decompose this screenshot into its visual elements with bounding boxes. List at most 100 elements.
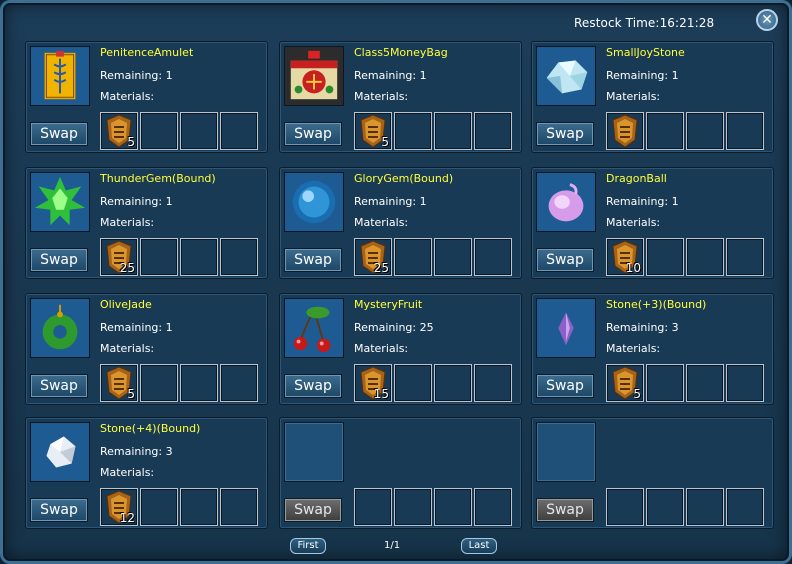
- material-slot[interactable]: [180, 364, 218, 402]
- material-slot[interactable]: [726, 364, 764, 402]
- material-slot[interactable]: [180, 238, 218, 276]
- swap-button[interactable]: Swap: [30, 374, 88, 398]
- glory-gem-icon[interactable]: [284, 172, 344, 232]
- material-slot[interactable]: [646, 488, 684, 526]
- material-slot[interactable]: [180, 488, 218, 526]
- swap-button[interactable]: Swap: [536, 122, 594, 146]
- material-quantity: 25: [119, 261, 135, 275]
- joy-stone-icon[interactable]: [536, 46, 596, 106]
- penitence-amulet-icon[interactable]: [30, 46, 90, 106]
- material-slot[interactable]: 5: [100, 112, 138, 150]
- remaining-label: Remaining: 3: [606, 321, 679, 334]
- material-slot[interactable]: [220, 488, 258, 526]
- material-slot[interactable]: [140, 364, 178, 402]
- remaining-label: Remaining: 3: [100, 445, 173, 458]
- olive-jade-icon[interactable]: [30, 298, 90, 358]
- material-slot[interactable]: 25: [100, 238, 138, 276]
- restock-time-label: Restock Time:16:21:28: [574, 16, 715, 30]
- first-page-button[interactable]: First: [290, 538, 326, 554]
- material-slot[interactable]: [474, 488, 512, 526]
- material-slot[interactable]: [606, 112, 644, 150]
- material-slot[interactable]: [474, 364, 512, 402]
- material-slot[interactable]: [646, 112, 684, 150]
- materials-label: Materials:: [354, 216, 409, 229]
- material-quantity: 12: [119, 511, 135, 525]
- material-slot[interactable]: [220, 238, 258, 276]
- material-slot[interactable]: [394, 112, 432, 150]
- material-slots: 15: [354, 364, 512, 402]
- swap-button[interactable]: Swap: [284, 498, 342, 522]
- stone-plus4-icon[interactable]: [30, 422, 90, 482]
- material-slot[interactable]: [140, 112, 178, 150]
- swap-button[interactable]: Swap: [536, 374, 594, 398]
- empty-item-slot: [536, 422, 596, 482]
- swap-button[interactable]: Swap: [30, 122, 88, 146]
- material-slot[interactable]: [726, 112, 764, 150]
- material-slot[interactable]: [394, 238, 432, 276]
- material-slot[interactable]: [474, 112, 512, 150]
- material-slot[interactable]: [646, 238, 684, 276]
- swap-button[interactable]: Swap: [284, 122, 342, 146]
- material-slot[interactable]: 5: [354, 112, 392, 150]
- last-page-button[interactable]: Last: [461, 538, 497, 554]
- material-slot[interactable]: [434, 112, 472, 150]
- material-slot[interactable]: [686, 364, 724, 402]
- material-slot[interactable]: [434, 238, 472, 276]
- material-slot[interactable]: [726, 238, 764, 276]
- material-slot[interactable]: [646, 364, 684, 402]
- material-slot[interactable]: [606, 488, 644, 526]
- item-name: GloryGem(Bound): [354, 172, 454, 185]
- material-slot[interactable]: 15: [354, 364, 392, 402]
- material-quantity: 15: [373, 387, 389, 401]
- material-slot[interactable]: [394, 364, 432, 402]
- item-name: PenitenceAmulet: [100, 46, 194, 59]
- material-slots: 25: [354, 238, 512, 276]
- materials-label: Materials:: [100, 466, 155, 479]
- dragon-ball-icon[interactable]: [536, 172, 596, 232]
- material-slot[interactable]: 5: [606, 364, 644, 402]
- mystery-fruit-icon[interactable]: [284, 298, 344, 358]
- item-name: DragonBall: [606, 172, 667, 185]
- material-slot[interactable]: [140, 488, 178, 526]
- thunder-gem-icon[interactable]: [30, 172, 90, 232]
- swap-button[interactable]: Swap: [536, 248, 594, 272]
- material-slot[interactable]: [726, 488, 764, 526]
- material-slot[interactable]: [434, 364, 472, 402]
- swap-button[interactable]: Swap: [30, 498, 88, 522]
- stone-plus3-icon[interactable]: [536, 298, 596, 358]
- item-card: OliveJade Remaining: 1 Materials: Swap 5: [25, 293, 268, 405]
- material-slot[interactable]: [474, 238, 512, 276]
- item-card: Swap: [531, 417, 774, 529]
- item-card: DragonBall Remaining: 1 Materials: Swap 10: [531, 167, 774, 279]
- materials-label: Materials:: [606, 342, 661, 355]
- material-slots: 10: [606, 238, 764, 276]
- material-slot[interactable]: [140, 238, 178, 276]
- remaining-label: Remaining: 1: [100, 69, 173, 82]
- material-slot[interactable]: [180, 112, 218, 150]
- remaining-label: Remaining: 1: [100, 321, 173, 334]
- material-slot[interactable]: [354, 488, 392, 526]
- material-slots: 5: [100, 364, 258, 402]
- material-slot[interactable]: [220, 112, 258, 150]
- material-slot[interactable]: 5: [100, 364, 138, 402]
- item-name: Stone(+3)(Bound): [606, 298, 707, 311]
- material-slot[interactable]: 10: [606, 238, 644, 276]
- material-slot[interactable]: [686, 112, 724, 150]
- material-slot[interactable]: [394, 488, 432, 526]
- swap-button[interactable]: Swap: [284, 248, 342, 272]
- money-bag-icon[interactable]: [284, 46, 344, 106]
- remaining-label: Remaining: 1: [354, 69, 427, 82]
- material-slots: 25: [100, 238, 258, 276]
- close-button[interactable]: ✕: [756, 9, 778, 31]
- material-slot[interactable]: [220, 364, 258, 402]
- item-card: Class5MoneyBag Remaining: 1 Materials: Swap…: [279, 41, 522, 153]
- material-slot[interactable]: 25: [354, 238, 392, 276]
- material-slot[interactable]: 12: [100, 488, 138, 526]
- swap-button[interactable]: Swap: [30, 248, 88, 272]
- material-slots: 5: [100, 112, 258, 150]
- swap-button[interactable]: Swap: [536, 498, 594, 522]
- material-slot[interactable]: [434, 488, 472, 526]
- swap-button[interactable]: Swap: [284, 374, 342, 398]
- material-slot[interactable]: [686, 238, 724, 276]
- material-slot[interactable]: [686, 488, 724, 526]
